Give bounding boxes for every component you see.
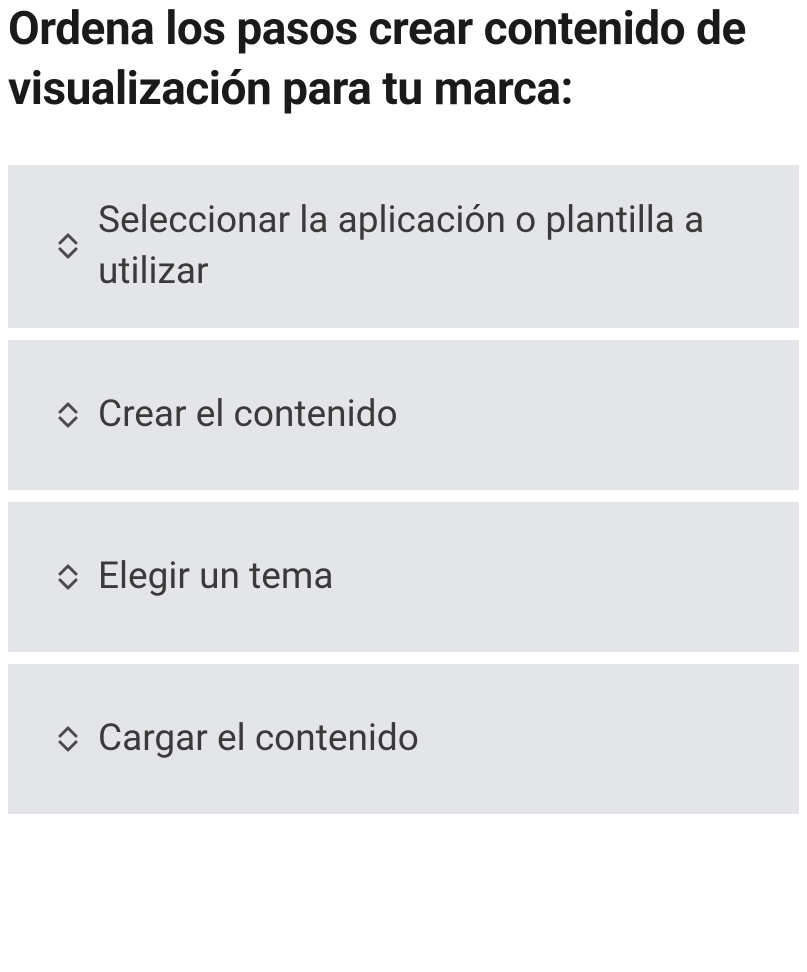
sort-controls <box>58 232 78 260</box>
sortable-item[interactable]: Elegir un tema <box>8 502 799 652</box>
chevron-up-icon[interactable] <box>58 563 78 577</box>
question-title: Ordena los pasos crear contenido de visu… <box>8 0 799 120</box>
sortable-list: Seleccionar la aplicación o plantilla a … <box>8 165 799 815</box>
item-label: Crear el contenido <box>98 389 398 441</box>
chevron-down-icon[interactable] <box>58 739 78 753</box>
item-label: Seleccionar la aplicación o plantilla a … <box>98 195 759 299</box>
chevron-down-icon[interactable] <box>58 246 78 260</box>
sortable-item[interactable]: Crear el contenido <box>8 340 799 490</box>
sort-controls <box>58 725 78 753</box>
item-label: Elegir un tema <box>98 551 333 603</box>
chevron-up-icon[interactable] <box>58 401 78 415</box>
sort-controls <box>58 401 78 429</box>
chevron-down-icon[interactable] <box>58 415 78 429</box>
sort-controls <box>58 563 78 591</box>
sortable-item[interactable]: Seleccionar la aplicación o plantilla a … <box>8 165 799 329</box>
chevron-up-icon[interactable] <box>58 725 78 739</box>
sortable-item[interactable]: Cargar el contenido <box>8 664 799 814</box>
chevron-down-icon[interactable] <box>58 577 78 591</box>
chevron-up-icon[interactable] <box>58 232 78 246</box>
item-label: Cargar el contenido <box>98 713 419 765</box>
